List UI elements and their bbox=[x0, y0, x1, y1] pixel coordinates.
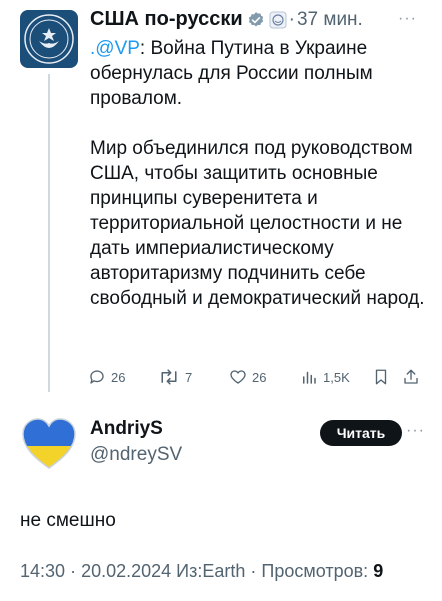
views-icon bbox=[303, 371, 316, 384]
reply-author-avatar[interactable] bbox=[20, 416, 78, 474]
reply-author-name[interactable]: AndriyS bbox=[90, 418, 163, 440]
separator: · bbox=[288, 8, 295, 30]
reply-metadata: 14:30 · 20.02.2024 Из:Earth · Просмотров… bbox=[20, 561, 384, 581]
share-icon bbox=[404, 369, 418, 384]
quoted-tweet[interactable]: США по-русски · 37 мин. ··· .@VP: Война … bbox=[0, 0, 442, 400]
views-count: 1,5K bbox=[323, 369, 350, 385]
views-label: Просмотров: bbox=[261, 561, 369, 581]
reply-author-handle[interactable]: @ndreySV bbox=[90, 444, 182, 466]
views-button[interactable]: 1,5K bbox=[300, 368, 350, 386]
quoted-tweet-header: США по-русски · 37 мин. bbox=[90, 8, 363, 31]
mention-link[interactable]: .@VP bbox=[90, 38, 140, 59]
reply-tweet[interactable]: AndriyS @ndreySV Читать ··· не смешно 14… bbox=[0, 400, 442, 601]
time-ago[interactable]: 37 мин. bbox=[297, 9, 363, 31]
embassy-seal-icon bbox=[24, 14, 74, 64]
views-count-reply[interactable]: 9 bbox=[373, 561, 383, 581]
author-name[interactable]: США по-русски bbox=[90, 8, 243, 31]
bookmark-button[interactable] bbox=[372, 368, 395, 386]
action-bar: 26 7 26 1,5K bbox=[88, 368, 424, 390]
repost-count: 7 bbox=[185, 369, 193, 385]
more-options-button[interactable]: ··· bbox=[398, 10, 417, 28]
reply-time[interactable]: 14:30 bbox=[20, 561, 65, 581]
reply-more-options-button[interactable]: ··· bbox=[406, 422, 425, 440]
reply-count: 26 bbox=[111, 369, 126, 385]
reply-date[interactable]: 20.02.2024 bbox=[81, 561, 171, 581]
verified-badge-icon bbox=[247, 11, 265, 29]
repost-icon bbox=[161, 369, 177, 385]
ukraine-heart-icon bbox=[22, 418, 76, 469]
share-button[interactable] bbox=[402, 368, 425, 386]
author-avatar[interactable] bbox=[20, 10, 78, 68]
like-icon bbox=[230, 370, 246, 384]
like-button[interactable]: 26 bbox=[229, 368, 266, 386]
follow-button[interactable]: Читать bbox=[320, 420, 402, 446]
like-count: 26 bbox=[252, 369, 267, 385]
bookmark-icon bbox=[375, 369, 387, 385]
reply-text: не смешно bbox=[20, 510, 116, 531]
repost-button[interactable]: 7 bbox=[158, 368, 192, 386]
flag-seal-icon bbox=[269, 11, 287, 29]
reply-button[interactable]: 26 bbox=[88, 368, 125, 386]
tweet-text: .@VP: Война Путина в Украине обернулась … bbox=[90, 36, 430, 311]
thread-line bbox=[48, 74, 50, 392]
reply-icon bbox=[90, 370, 104, 384]
reply-source: Из:Earth bbox=[176, 561, 246, 581]
paragraph-2: Мир объединился под руководством США, чт… bbox=[90, 138, 425, 309]
